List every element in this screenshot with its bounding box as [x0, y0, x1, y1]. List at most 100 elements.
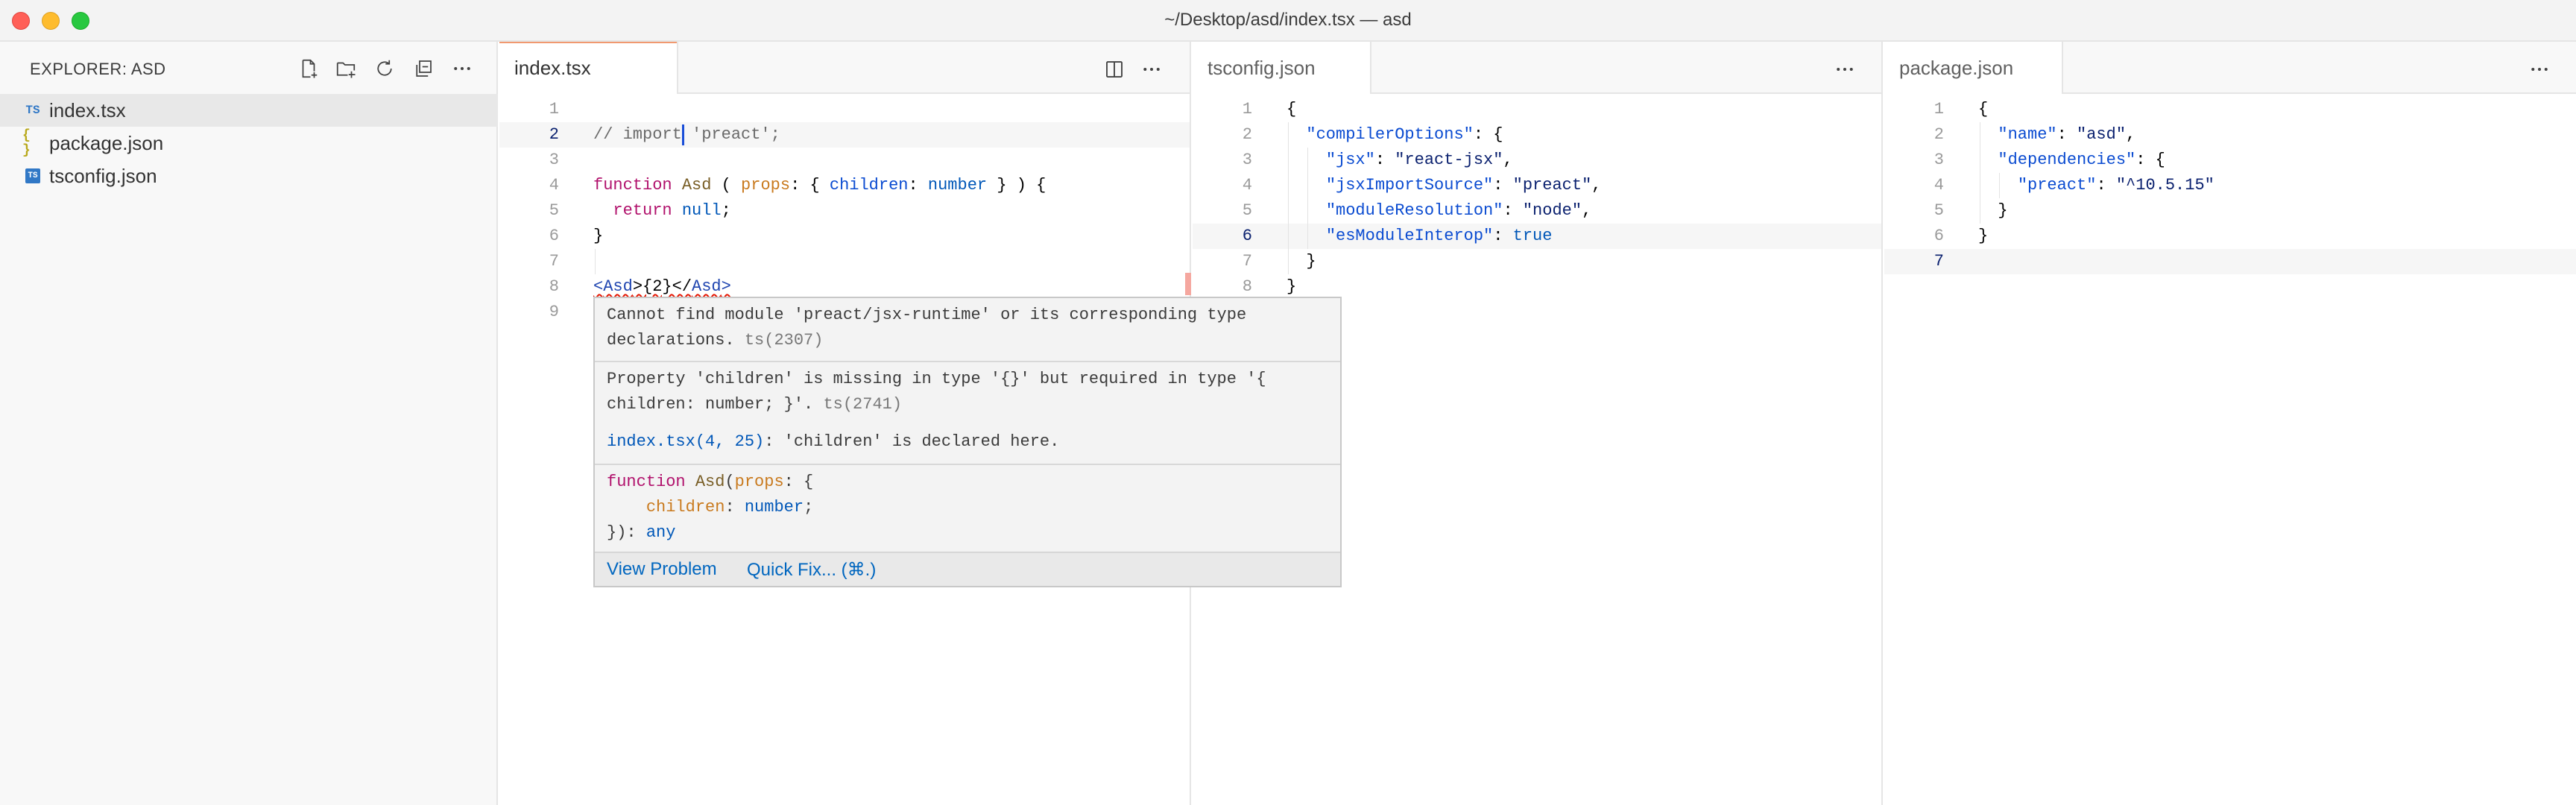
line-text: {	[1287, 100, 1297, 119]
tab-index-tsx[interactable]: index.tsx	[499, 42, 678, 94]
hover-signature: function Asd(props: { children: number;}…	[595, 470, 1340, 546]
line-number: 6	[549, 227, 559, 245]
code-line: 4 function Asd ( props: { children: numbe…	[499, 173, 1190, 198]
indent-guide	[1999, 173, 2000, 198]
line-number: 3	[1933, 151, 1944, 169]
line-number: 7	[549, 252, 559, 271]
hover-text: Cannot find module 'preact/jsx-runtime' …	[607, 306, 1247, 324]
error-code: ts(2307)	[744, 331, 824, 350]
tab-tsconfig-json[interactable]: tsconfig.json	[1193, 42, 1371, 94]
tab-package-json[interactable]: package.json	[1884, 42, 2063, 94]
line-number: 8	[1242, 277, 1252, 296]
signature-line: }): any	[607, 523, 676, 542]
line-text: <Asd>{2}</Asd>	[593, 277, 731, 296]
editor-more-actions-button[interactable]	[1139, 57, 1164, 82]
quick-fix-link[interactable]: Quick Fix... (⌘.)	[747, 559, 876, 581]
line-text: }	[1287, 252, 1316, 271]
code-line: 7	[1884, 249, 2576, 274]
line-number: 5	[1242, 201, 1252, 220]
line-number: 6	[1933, 227, 1944, 245]
tab-label: index.tsx	[514, 57, 591, 79]
line-number: 3	[549, 151, 559, 169]
refresh-explorer-button[interactable]	[371, 55, 398, 82]
more-icon	[1143, 68, 1160, 71]
code-line: 3	[499, 148, 1190, 173]
line-number: 2	[1242, 125, 1252, 144]
tab-bar: tsconfig.json	[1193, 42, 1881, 94]
line-text: function Asd ( props: { children: number…	[593, 176, 1046, 195]
hover-related-info: index.tsx(4, 25): 'children' is declared…	[595, 429, 1340, 455]
line-text: // import 'preact';	[593, 125, 780, 144]
line-number: 4	[1242, 176, 1252, 195]
file-item-index-tsx[interactable]: TS index.tsx	[0, 94, 498, 127]
code-line: 1{	[1884, 97, 2576, 122]
line-text: "moduleResolution": "node",	[1325, 201, 1592, 220]
tsconfig-file-icon: TS	[22, 165, 43, 186]
line-number: 2	[1933, 125, 1944, 144]
line-number: 1	[1933, 100, 1944, 119]
line-number: 1	[549, 100, 559, 119]
line-number: 8	[549, 277, 559, 296]
file-item-tsconfig-json[interactable]: TS tsconfig.json	[0, 160, 498, 192]
code-line: 3 "jsx": "react-jsx",	[1193, 148, 1881, 173]
code-line: 5 return null;	[499, 198, 1190, 224]
new-file-icon	[302, 59, 318, 78]
code-line: 4 "preact": "^10.5.15"	[1884, 173, 2576, 198]
tsconfig-icon-badge: TS	[25, 168, 40, 183]
hover-divider	[595, 361, 1340, 362]
editor-more-actions-button[interactable]	[1832, 57, 1857, 82]
view-problem-link[interactable]: View Problem	[607, 559, 717, 580]
collapse-all-icon	[416, 60, 432, 77]
new-file-button[interactable]	[295, 55, 322, 82]
signature-line: children: number;	[645, 498, 814, 517]
code-line: 8}	[1193, 274, 1881, 300]
line-number: 7	[1242, 252, 1252, 271]
code-line: 8 <Asd>{2}</Asd>	[499, 274, 1190, 300]
more-icon	[2531, 68, 2548, 71]
explorer-title: EXPLORER: ASD	[30, 60, 166, 78]
line-text: "preact": "^10.5.15"	[2017, 176, 2214, 195]
code-line: 1	[499, 97, 1190, 122]
more-actions-button[interactable]	[449, 55, 476, 82]
file-item-package-json[interactable]: { } package.json	[0, 127, 498, 160]
editor-group-package-json: package.json 1{2 "name": "asd", 3 "depend…	[1884, 42, 2576, 805]
title-bar: ~/Desktop/asd/index.tsx — asd	[0, 0, 2576, 42]
code-line: 2 "compilerOptions": {	[1193, 122, 1881, 148]
tab-label: tsconfig.json	[1208, 57, 1316, 79]
overview-ruler-error-marker[interactable]	[1185, 273, 1191, 295]
hover-text: children: number; }'.	[607, 395, 814, 414]
line-text: {	[1978, 100, 1989, 119]
hover-text: declarations.	[607, 331, 735, 350]
active-tab-indicator	[499, 42, 677, 43]
line-text: "compilerOptions": {	[1306, 125, 1503, 144]
tab-bar: package.json	[1884, 42, 2576, 94]
error-code: ts(2741)	[823, 395, 903, 414]
split-editor-button[interactable]	[1102, 57, 1127, 82]
line-text: }	[1287, 277, 1297, 296]
code-line: 5 "moduleResolution": "node",	[1193, 198, 1881, 224]
line-text: "esModuleInterop": true	[1325, 227, 1553, 245]
more-icon	[1837, 68, 1853, 71]
refresh-icon	[377, 60, 392, 76]
line-text: }	[1978, 227, 1989, 245]
text-cursor	[681, 124, 684, 145]
error-hover-popup: Cannot find module 'preact/jsx-runtime' …	[593, 297, 1342, 587]
hover-error-jsx-runtime: Cannot find module 'preact/jsx-runtime' …	[595, 303, 1340, 353]
line-text: "jsxImportSource": "preact",	[1325, 176, 1602, 195]
editor-more-actions-button[interactable]	[2527, 57, 2552, 82]
related-location-link[interactable]: index.tsx(4, 25)	[607, 432, 764, 451]
hover-text: Property 'children' is missing in type '…	[607, 370, 1266, 388]
line-number: 2	[549, 125, 559, 144]
more-icon	[454, 67, 470, 70]
line-number: 9	[549, 303, 559, 321]
new-folder-button[interactable]	[332, 55, 359, 82]
code-editor[interactable]: 1{2 "name": "asd", 3 "dependencies": {4 "…	[1884, 94, 2576, 805]
signature-line: function Asd(props: {	[607, 473, 814, 491]
file-label: tsconfig.json	[49, 164, 157, 187]
line-number: 5	[549, 201, 559, 220]
file-label: package.json	[49, 131, 164, 154]
code-line: 1{	[1193, 97, 1881, 122]
code-line: 7 }	[1193, 249, 1881, 274]
collapse-folders-button[interactable]	[410, 55, 437, 82]
explorer-sidebar: EXPLORER: ASD TS index.tsx { } package.j…	[0, 42, 498, 805]
